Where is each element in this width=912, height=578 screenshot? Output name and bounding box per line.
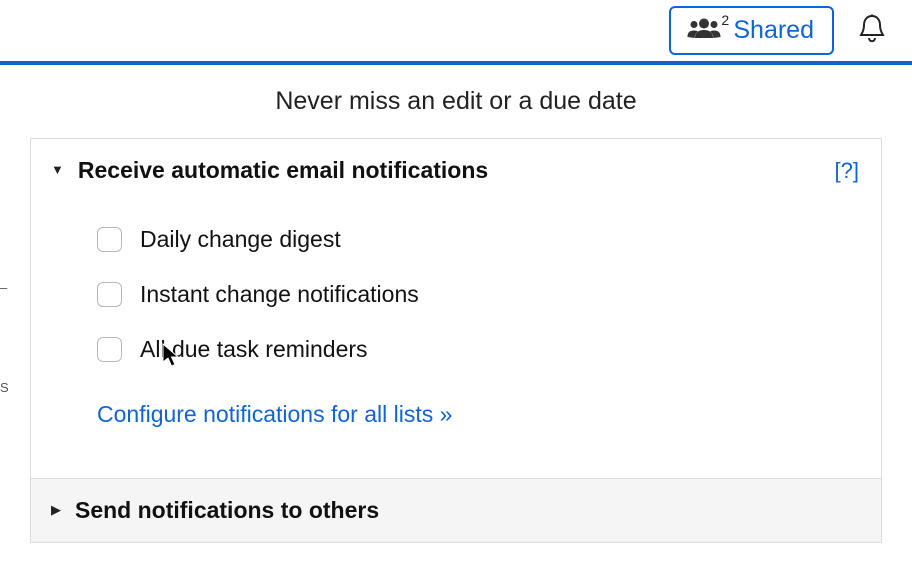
caret-down-icon: ▼ bbox=[51, 162, 64, 177]
help-link[interactable]: [?] bbox=[835, 158, 859, 184]
section-receive-title: Receive automatic email notifications bbox=[78, 157, 488, 184]
option-label: All due task reminders bbox=[140, 336, 368, 363]
topbar: 2 Shared bbox=[0, 0, 912, 65]
option-label: Instant change notifications bbox=[140, 281, 419, 308]
panel-title: Never miss an edit or a due date bbox=[0, 65, 912, 138]
shared-button[interactable]: 2 Shared bbox=[669, 6, 834, 55]
edge-fragment: S bbox=[0, 380, 9, 395]
edge-fragment: – bbox=[0, 280, 7, 295]
option-due-reminders[interactable]: All due task reminders bbox=[97, 336, 861, 363]
section-send-header[interactable]: ▶ Send notifications to others bbox=[31, 478, 881, 542]
checkbox-daily-digest[interactable] bbox=[97, 227, 122, 252]
configure-all-lists-link[interactable]: Configure notifications for all lists » bbox=[97, 401, 452, 428]
checkbox-due-reminders[interactable] bbox=[97, 337, 122, 362]
shared-label: Shared bbox=[733, 16, 814, 45]
bell-icon[interactable] bbox=[858, 13, 886, 48]
shared-count-badge: 2 bbox=[721, 12, 729, 28]
receive-options: Daily change digest Instant change notif… bbox=[31, 202, 881, 478]
caret-right-icon: ▶ bbox=[51, 502, 61, 518]
section-receive-header[interactable]: ▼ Receive automatic email notifications … bbox=[31, 139, 881, 202]
option-instant-notifications[interactable]: Instant change notifications bbox=[97, 281, 861, 308]
people-icon bbox=[687, 17, 721, 44]
option-label: Daily change digest bbox=[140, 226, 341, 253]
section-send-title: Send notifications to others bbox=[75, 497, 379, 524]
sections-container: ▼ Receive automatic email notifications … bbox=[30, 138, 882, 543]
option-daily-digest[interactable]: Daily change digest bbox=[97, 226, 861, 253]
checkbox-instant-notifications[interactable] bbox=[97, 282, 122, 307]
